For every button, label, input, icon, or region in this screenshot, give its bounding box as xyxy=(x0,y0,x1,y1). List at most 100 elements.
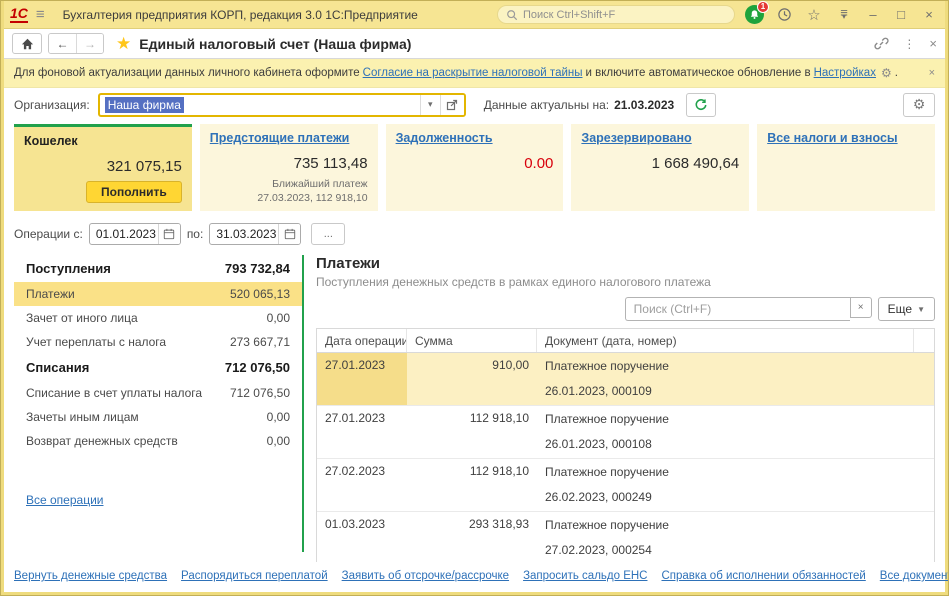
payment-row[interactable]: 27.02.2023 112 918,10 Платежное поручени… xyxy=(317,459,934,513)
notifications-bell-icon[interactable]: 1 xyxy=(743,1,769,26)
footer-link[interactable]: Заявить об отсрочке/рассрочке xyxy=(342,570,509,582)
topup-button[interactable]: Пополнить xyxy=(86,181,182,203)
settings-link[interactable]: Настройках xyxy=(814,67,876,79)
1c-logo: 1С xyxy=(10,5,28,23)
get-link-icon[interactable] xyxy=(874,36,889,51)
period-filter: Операции с: 01.01.2023 по: 31.03.2023 ..… xyxy=(4,219,945,253)
operation-row[interactable]: Списания 712 076,50 xyxy=(14,354,302,381)
payment-date-cell[interactable]: 27.02.2023 xyxy=(317,459,407,511)
payment-date-cell[interactable]: 27.01.2023 xyxy=(317,406,407,458)
footer-link[interactable]: Запросить сальдо ЕНС xyxy=(523,570,647,582)
summary-cards: Кошелек 321 075,15 Пополнить Предстоящие… xyxy=(4,121,945,219)
column-header-date[interactable]: Дата операции xyxy=(317,329,407,353)
service-menu-icon[interactable]: ≡ ▾ xyxy=(833,4,855,26)
payment-row[interactable]: 27.01.2023 910,00 Платежное поручение 26… xyxy=(317,353,934,407)
operation-label: Списания xyxy=(26,360,90,376)
maximize-button[interactable]: □ xyxy=(891,7,911,22)
footer-link[interactable]: Распорядиться переплатой xyxy=(181,570,328,582)
column-header-document[interactable]: Документ (дата, номер) xyxy=(537,329,914,353)
global-search-input[interactable] xyxy=(497,5,735,24)
operation-row[interactable]: Возврат денежных средств 0,00 xyxy=(14,429,302,453)
search-icon xyxy=(506,9,518,21)
clear-search-icon[interactable]: × xyxy=(849,297,872,319)
operation-row[interactable]: Списание в счет уплаты налога 712 076,50 xyxy=(14,381,302,405)
all-operations-link[interactable]: Все операции xyxy=(26,493,103,507)
payments-table-header[interactable]: Дата операции Сумма Документ (дата, номе… xyxy=(317,329,934,354)
payment-sum-cell[interactable]: 112 918,10 xyxy=(407,406,537,458)
operation-value: 712 076,50 xyxy=(224,360,290,376)
payment-document-name: Платежное поручение xyxy=(545,359,669,374)
organization-combo[interactable]: Наша фирма ▾ xyxy=(97,92,466,117)
global-search-field[interactable] xyxy=(523,8,726,21)
titlebar: 1С ≡ Бухгалтерия предприятия КОРП, редак… xyxy=(4,1,945,28)
banner-close-icon[interactable]: × xyxy=(929,67,935,79)
nav-buttons: ← → xyxy=(48,33,104,54)
operation-value: 520 065,13 xyxy=(229,287,290,302)
payment-sum-cell[interactable]: 293 318,93 xyxy=(407,512,537,562)
form-toolbar: ← → ★ Единый налоговый счет (Наша фирма)… xyxy=(4,29,945,59)
close-window-button[interactable]: × xyxy=(919,7,939,22)
banner-period: . xyxy=(894,67,898,79)
back-button[interactable]: ← xyxy=(49,34,76,53)
column-header-sum[interactable]: Сумма xyxy=(407,329,537,353)
operation-row[interactable]: Платежи 520 065,13 xyxy=(14,282,302,307)
payment-row[interactable]: 27.01.2023 112 918,10 Платежное поручени… xyxy=(317,406,934,460)
refresh-button[interactable] xyxy=(686,92,717,117)
organization-field[interactable]: Наша фирма xyxy=(100,95,420,115)
debt-link[interactable]: Задолженность xyxy=(396,131,554,145)
footer-link[interactable]: Справка об исполнении обязанностей xyxy=(661,570,865,582)
organization-dropdown-icon[interactable]: ▾ xyxy=(419,94,440,115)
footer-link[interactable]: Все документы по ЕНС xyxy=(880,570,948,582)
gear-icon[interactable]: ⚙ xyxy=(881,66,892,80)
payment-document-info: 27.02.2023, 000254 xyxy=(545,543,652,558)
upcoming-payments-link[interactable]: Предстоящие платежи xyxy=(210,131,368,145)
payment-document-cell[interactable]: Платежное поручение 26.01.2023, 000108 xyxy=(537,406,914,458)
reserved-card: Зарезервировано 1 668 490,64 xyxy=(571,124,750,212)
payment-document-cell[interactable]: Платежное поручение 26.02.2023, 000249 xyxy=(537,459,914,511)
operation-row[interactable]: Учет переплаты с налога 273 667,71 xyxy=(14,330,302,354)
period-more-button[interactable]: ... xyxy=(311,223,346,246)
payment-row[interactable]: 01.03.2023 293 318,93 Платежное поручени… xyxy=(317,512,934,562)
payment-document-cell[interactable]: Платежное поручение 26.01.2023, 000109 xyxy=(537,353,914,405)
home-button[interactable] xyxy=(12,33,42,54)
all-taxes-link[interactable]: Все налоги и взносы xyxy=(767,131,925,145)
calendar-icon[interactable] xyxy=(157,224,180,245)
more-menu-icon[interactable]: ⋮ xyxy=(903,37,915,51)
table-search-row: × Еще ▼ xyxy=(316,297,935,322)
main-menu-icon[interactable]: ≡ xyxy=(36,7,45,22)
more-actions-button[interactable]: Еще ▼ xyxy=(877,297,935,322)
organization-open-icon[interactable] xyxy=(439,94,464,115)
operations-panel: Поступления 793 732,84 Платежи 520 065,1… xyxy=(14,253,302,562)
operation-row[interactable]: Поступления 793 732,84 xyxy=(14,255,302,282)
date-from-input[interactable]: 01.01.2023 xyxy=(90,224,158,244)
favorites-star-icon[interactable]: ☆ xyxy=(803,4,825,26)
reserved-link[interactable]: Зарезервировано xyxy=(581,131,739,145)
payment-end-cell xyxy=(914,353,934,405)
app-title: Бухгалтерия предприятия КОРП, редакция 3… xyxy=(62,7,418,22)
wallet-card-title: Кошелек xyxy=(24,134,78,148)
table-search-input[interactable] xyxy=(624,297,850,322)
close-form-button[interactable]: × xyxy=(929,36,937,51)
main-area: Поступления 793 732,84 Платежи 520 065,1… xyxy=(4,253,945,562)
organization-label: Организация: xyxy=(14,97,90,112)
favorite-star-icon[interactable]: ★ xyxy=(116,34,131,54)
calendar-icon[interactable] xyxy=(278,224,301,245)
operation-row[interactable]: Зачеты иным лицам 0,00 xyxy=(14,405,302,429)
operation-row[interactable]: Зачет от иного лица 0,00 xyxy=(14,306,302,330)
payment-date-cell[interactable]: 01.03.2023 xyxy=(317,512,407,562)
payment-sum-cell[interactable]: 112 918,10 xyxy=(407,459,537,511)
payment-sum-cell[interactable]: 910,00 xyxy=(407,353,537,405)
forward-button[interactable]: → xyxy=(76,34,103,53)
payment-end-cell xyxy=(914,512,934,562)
payment-date-cell[interactable]: 27.01.2023 xyxy=(317,353,407,406)
date-to-input[interactable]: 31.03.2023 xyxy=(210,224,278,244)
settings-gear-button[interactable]: ⚙ xyxy=(903,92,935,117)
minimize-button[interactable]: – xyxy=(863,7,883,22)
history-icon[interactable] xyxy=(773,4,795,26)
payment-document-cell[interactable]: Платежное поручение 27.02.2023, 000254 xyxy=(537,512,914,562)
operation-value: 793 732,84 xyxy=(224,261,290,277)
date-to-control: 31.03.2023 xyxy=(209,223,302,246)
organization-row: Организация: Наша фирма ▾ Данные актуаль… xyxy=(4,88,945,121)
consent-link[interactable]: Согласие на раскрытие налоговой тайны xyxy=(363,67,583,79)
footer-link[interactable]: Вернуть денежные средства xyxy=(14,570,167,582)
